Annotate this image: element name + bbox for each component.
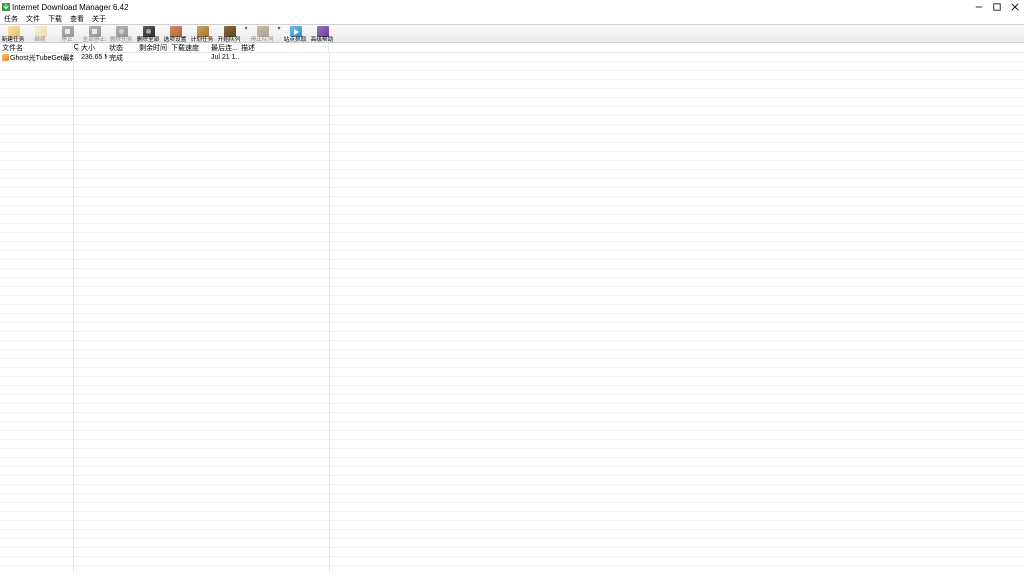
minimize-button[interactable] <box>970 1 988 13</box>
tool-new[interactable]: 新建任务 <box>0 25 27 43</box>
tool-help[interactable]: 高级帮助 <box>309 25 336 43</box>
file-type-icon <box>2 54 9 61</box>
titlebar: Internet Download Manager 6.42 <box>0 0 1024 14</box>
row-grid-lines <box>0 53 1024 573</box>
tool-sched[interactable]: 计划任务 <box>189 25 216 43</box>
col-desc[interactable]: 描述 <box>239 43 329 52</box>
cell-time <box>137 53 169 62</box>
window-title: Internet Download Manager 6.42 <box>12 3 129 12</box>
tool-stopall[interactable]: 全部停止 <box>81 25 108 43</box>
tool-options[interactable]: 选项设置 <box>162 25 189 43</box>
col-time[interactable]: 剩余时间 <box>137 43 169 52</box>
menu-tasks[interactable]: 任务 <box>2 14 20 24</box>
options-icon <box>170 26 182 37</box>
help-icon <box>317 26 329 37</box>
column-divider <box>73 53 74 573</box>
toolbar: 新建任务 继续 停止 全部停止 删除任务 删除全部 选项设置 计划任务 开始队列… <box>0 24 1024 43</box>
cell-filename-text: Ghost光TubeGet最新试... <box>10 53 73 62</box>
download-list[interactable]: Ghost光TubeGet最新试... 236.65 MB 完成 Jul 21 … <box>0 53 1024 573</box>
delete-all-icon <box>143 26 155 37</box>
folder-icon <box>35 26 47 37</box>
tool-delete[interactable]: 删除任务 <box>108 25 135 43</box>
menu-download[interactable]: 下载 <box>46 14 64 24</box>
tool-stopq[interactable]: 停止队列 <box>249 25 276 43</box>
tool-stop[interactable]: 停止 <box>54 25 81 43</box>
tool-grab[interactable]: 站点抓取 <box>282 25 309 43</box>
cell-desc <box>239 53 329 62</box>
menu-file[interactable]: 文件 <box>24 14 42 24</box>
folder-icon <box>8 26 20 37</box>
app-icon <box>2 3 10 11</box>
tool-delall[interactable]: 删除全部 <box>135 25 162 43</box>
col-size[interactable]: 大小 <box>79 43 107 52</box>
stop-icon <box>62 26 74 37</box>
maximize-button[interactable] <box>988 1 1006 13</box>
col-status[interactable]: 状态 <box>107 43 137 52</box>
tool-startq[interactable]: 开始队列 <box>216 25 243 43</box>
tool-resume[interactable]: 继续 <box>27 25 54 43</box>
col-last[interactable]: 最后连... <box>209 43 239 52</box>
cell-speed <box>169 53 209 62</box>
menu-about[interactable]: 关于 <box>90 14 108 24</box>
column-header: 文件名 Q 大小 状态 剩余时间 下载速度 最后连... 描述 <box>0 43 1024 53</box>
delete-icon <box>116 26 128 37</box>
menubar: 任务 文件 下载 查看 关于 <box>0 14 1024 24</box>
queue-start-icon <box>224 26 236 37</box>
close-button[interactable] <box>1006 1 1024 13</box>
cell-filename: Ghost光TubeGet最新试... <box>0 53 73 62</box>
col-speed[interactable]: 下载速度 <box>169 43 209 52</box>
site-grab-icon <box>290 26 302 37</box>
queue-stop-icon <box>257 26 269 37</box>
cell-last: Jul 21 1... <box>209 53 239 62</box>
column-divider <box>329 53 330 573</box>
schedule-icon <box>197 26 209 37</box>
table-row[interactable]: Ghost光TubeGet最新试... 236.65 MB 完成 Jul 21 … <box>0 53 1024 62</box>
cell-size: 236.65 MB <box>79 53 107 62</box>
stop-icon <box>89 26 101 37</box>
col-filename[interactable]: 文件名 <box>0 43 73 52</box>
cell-status: 完成 <box>107 53 137 62</box>
menu-view[interactable]: 查看 <box>68 14 86 24</box>
col-spacer <box>329 43 1024 52</box>
